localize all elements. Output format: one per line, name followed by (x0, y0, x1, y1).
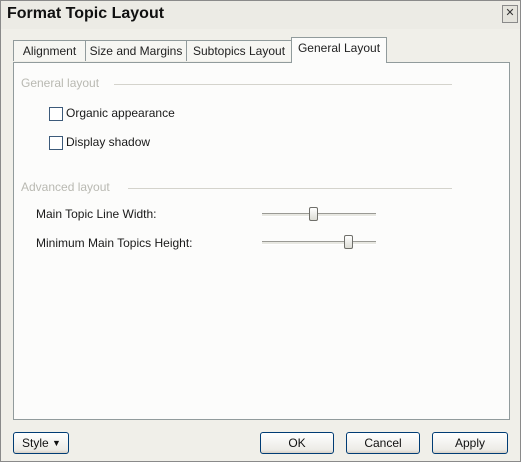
tab-general-layout[interactable]: General Layout (291, 37, 387, 63)
style-label: Style (22, 436, 49, 450)
advanced-layout-header: Advanced layout (21, 180, 110, 194)
minimum-main-topics-height-label: Minimum Main Topics Height: (36, 236, 193, 250)
chevron-down-icon: ▼ (52, 438, 61, 448)
general-layout-header: General layout (21, 76, 100, 90)
cancel-button[interactable]: Cancel (346, 432, 420, 454)
ok-button[interactable]: OK (260, 432, 334, 454)
slider-thumb[interactable] (309, 207, 318, 221)
minimum-main-topics-height-slider[interactable] (262, 235, 376, 249)
close-icon[interactable]: ✕ (502, 5, 518, 23)
display-shadow-label[interactable]: Display shadow (66, 135, 150, 149)
tab-size-and-margins[interactable]: Size and Margins (85, 40, 187, 61)
dialog-window: Format Topic Layout ✕ Alignment Size and… (0, 0, 521, 462)
display-shadow-checkbox[interactable] (49, 136, 63, 150)
slider-track (262, 241, 376, 245)
slider-thumb[interactable] (344, 235, 353, 249)
main-topic-line-width-label: Main Topic Line Width: (36, 207, 157, 221)
general-layout-divider (114, 84, 452, 85)
organic-appearance-checkbox[interactable] (49, 107, 63, 121)
title-bar: Format Topic Layout ✕ (1, 1, 520, 29)
apply-button[interactable]: Apply (432, 432, 508, 454)
slider-track (262, 213, 376, 217)
dialog-title: Format Topic Layout (7, 5, 165, 22)
advanced-layout-divider (128, 188, 452, 189)
general-layout-panel: General layout Organic appearance Displa… (13, 62, 510, 420)
tab-alignment[interactable]: Alignment (13, 40, 86, 61)
tab-subtopics-layout[interactable]: Subtopics Layout (186, 40, 292, 61)
main-topic-line-width-slider[interactable] (262, 207, 376, 221)
style-dropdown-button[interactable]: Style ▼ (13, 432, 69, 454)
organic-appearance-label[interactable]: Organic appearance (66, 106, 175, 120)
